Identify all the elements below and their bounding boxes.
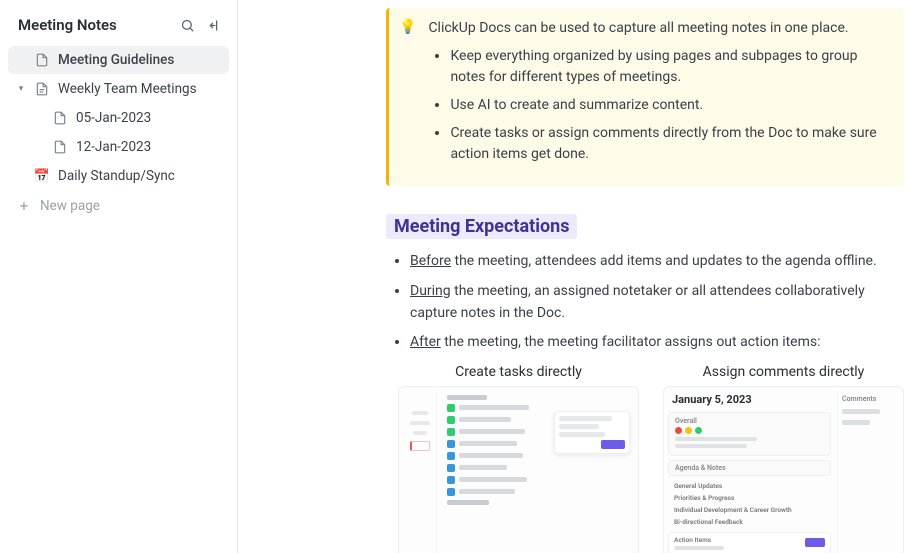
sidebar-item-daily-standup[interactable]: 📅 Daily Standup/Sync xyxy=(8,162,229,190)
figure-columns: Create tasks directly xyxy=(386,364,904,553)
expectation-item: After the meeting, the meeting facilitat… xyxy=(410,332,904,354)
phase-label: Before xyxy=(410,253,451,269)
sidebar-item-label: Meeting Guidelines xyxy=(58,52,221,68)
sidebar-header: Meeting Notes xyxy=(8,12,229,46)
sidebar-item-label: 12-Jan-2023 xyxy=(76,139,221,155)
figure-assign-comments: January 5, 2023 Overall Agenda & Notes xyxy=(663,386,904,553)
document-main: 💡 ClickUp Docs can be used to capture al… xyxy=(238,0,922,553)
new-page-button[interactable]: + New page xyxy=(8,191,229,221)
expectation-item: Before the meeting, attendees add items … xyxy=(410,251,904,273)
figure-create-tasks xyxy=(398,386,639,553)
collapse-sidebar-icon[interactable] xyxy=(205,17,221,33)
callout-bullet: Keep everything organized by using pages… xyxy=(450,46,888,89)
column-title-left: Create tasks directly xyxy=(398,364,639,380)
phase-label: After xyxy=(410,334,441,350)
page-icon xyxy=(34,52,50,68)
plus-icon: + xyxy=(16,197,32,215)
sidebar: Meeting Notes Meeting Guidelines ▾ Weekl… xyxy=(0,0,238,553)
page-lines-icon xyxy=(34,81,50,97)
column-title-right: Assign comments directly xyxy=(663,364,904,380)
callout-bullet: Use AI to create and summarize content. xyxy=(450,95,888,117)
tip-callout: 💡 ClickUp Docs can be used to capture al… xyxy=(386,8,904,186)
chevron-down-icon[interactable]: ▾ xyxy=(16,84,26,94)
doc-title[interactable]: Meeting Notes xyxy=(18,16,117,34)
search-icon[interactable] xyxy=(179,17,195,33)
sidebar-item-05-jan-2023[interactable]: 05-Jan-2023 xyxy=(8,104,229,132)
sidebar-items: Meeting Guidelines ▾ Weekly Team Meeting… xyxy=(8,46,229,221)
phase-label: During xyxy=(410,283,451,299)
sidebar-item-weekly-team-meetings[interactable]: ▾ Weekly Team Meetings xyxy=(8,75,229,103)
page-icon xyxy=(52,110,68,126)
callout-lead: ClickUp Docs can be used to capture all … xyxy=(428,18,888,40)
figure-date: January 5, 2023 xyxy=(668,391,831,408)
sidebar-item-label: Weekly Team Meetings xyxy=(58,81,221,97)
sidebar-item-label: Daily Standup/Sync xyxy=(58,168,221,184)
new-page-label: New page xyxy=(40,198,221,214)
sidebar-item-label: 05-Jan-2023 xyxy=(76,110,221,126)
calendar-icon: 📅 xyxy=(34,168,50,184)
section-heading: Meeting Expectations xyxy=(386,214,577,239)
expectations-section: Meeting Expectations Before the meeting,… xyxy=(386,214,904,553)
page-icon xyxy=(52,139,68,155)
lightbulb-icon: 💡 xyxy=(399,18,416,172)
sidebar-item-meeting-guidelines[interactable]: Meeting Guidelines xyxy=(8,46,229,74)
callout-bullet: Create tasks or assign comments directly… xyxy=(450,123,888,166)
expectation-item: During the meeting, an assigned notetake… xyxy=(410,281,904,324)
sidebar-item-12-jan-2023[interactable]: 12-Jan-2023 xyxy=(8,133,229,161)
